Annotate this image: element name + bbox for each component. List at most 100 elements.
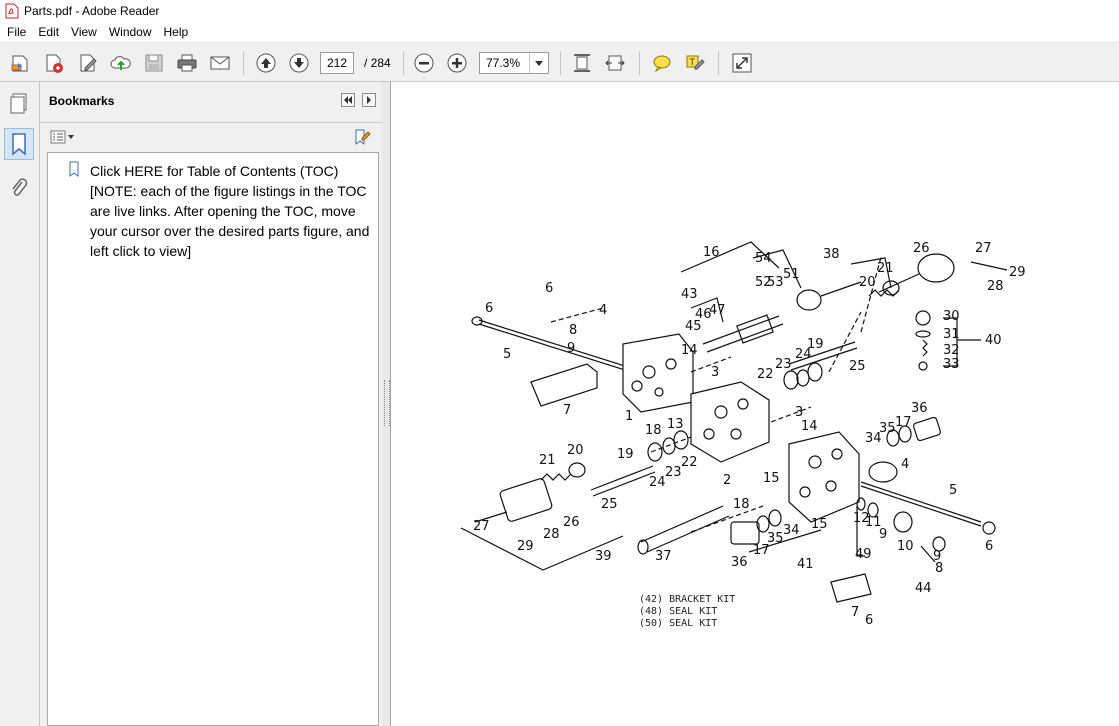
svg-text:22: 22 (757, 367, 774, 382)
toolbar: 212 / 284 77.3% T (0, 42, 1119, 82)
svg-text:25: 25 (849, 359, 866, 374)
page-thumbnails-icon (10, 93, 27, 114)
svg-text:41: 41 (797, 557, 814, 572)
delete-bookmark-button[interactable] (353, 128, 371, 149)
svg-text:53: 53 (767, 275, 784, 290)
svg-text:28: 28 (987, 279, 1004, 294)
caption-line-1: (42) BRACKET KIT (639, 594, 735, 605)
chevron-down-icon (68, 135, 74, 139)
previous-page-button[interactable] (253, 50, 279, 76)
open-button[interactable] (8, 50, 34, 76)
email-button[interactable] (207, 50, 233, 76)
page-number-input[interactable]: 212 (320, 52, 354, 74)
bookmark-icon (69, 161, 79, 177)
divider (40, 122, 385, 123)
svg-text:44: 44 (915, 581, 932, 596)
svg-text:15: 15 (811, 517, 828, 532)
menu-bar: File Edit View Window Help (0, 22, 1119, 42)
navigation-pane-strip (0, 82, 40, 726)
caption-line-3: (50) SEAL KIT (639, 618, 717, 629)
full-screen-button[interactable] (729, 50, 755, 76)
create-pdf-button[interactable] (41, 50, 67, 76)
edit-icon (80, 54, 97, 72)
svg-text:20: 20 (859, 275, 876, 290)
bookmark-options-button[interactable] (50, 130, 74, 144)
window-title: Parts.pdf - Adobe Reader (24, 4, 160, 18)
svg-text:24: 24 (649, 475, 666, 490)
svg-text:14: 14 (801, 419, 818, 434)
title-bar: Parts.pdf - Adobe Reader (0, 0, 1119, 22)
page-count: / 284 (364, 56, 391, 70)
menu-view[interactable]: View (65, 25, 103, 39)
svg-text:35: 35 (879, 421, 896, 436)
svg-text:22: 22 (681, 455, 698, 470)
highlight-button[interactable]: T (682, 50, 708, 76)
panel-menu-button[interactable] (362, 93, 376, 107)
svg-text:28: 28 (543, 527, 560, 542)
print-button[interactable] (174, 50, 200, 76)
chevron-down-icon[interactable] (529, 53, 548, 73)
svg-text:9: 9 (567, 341, 575, 356)
menu-help[interactable]: Help (158, 25, 195, 39)
attachments-button[interactable] (4, 172, 34, 204)
svg-text:4: 4 (901, 457, 909, 472)
svg-text:39: 39 (595, 549, 612, 564)
fit-page-icon (574, 54, 590, 72)
parts-diagram: 6 6 4 9 8 5 7 1 18 13 14 3 16 43 45 46 4… (460, 241, 1026, 629)
menu-window[interactable]: Window (103, 25, 158, 39)
zoom-value: 77.3% (486, 56, 521, 70)
svg-text:33: 33 (943, 357, 960, 372)
svg-text:21: 21 (877, 261, 894, 276)
svg-text:6: 6 (485, 301, 493, 316)
comment-button[interactable] (649, 50, 675, 76)
svg-text:14: 14 (681, 343, 698, 358)
svg-text:36: 36 (911, 401, 928, 416)
edit-button[interactable] (75, 50, 101, 76)
bookmark-tool-icon (355, 129, 371, 145)
menu-file[interactable]: File (0, 25, 32, 39)
bookmarks-icon (12, 133, 26, 156)
zoom-out-button[interactable] (411, 50, 437, 76)
svg-text:35: 35 (767, 531, 784, 546)
svg-text:27: 27 (975, 241, 992, 256)
bookmark-item-toc[interactable]: Click HERE for Table of Contents (TOC) [… (68, 161, 374, 261)
list-options-icon (50, 130, 66, 144)
fit-page-button[interactable] (569, 50, 595, 76)
fit-width-button[interactable] (602, 50, 628, 76)
svg-text:4: 4 (599, 303, 607, 318)
toolbar-separator (718, 51, 719, 75)
attachments-icon (12, 178, 28, 196)
zoom-select[interactable]: 77.3% (479, 52, 549, 74)
svg-text:36: 36 (731, 555, 748, 570)
svg-text:3: 3 (711, 365, 719, 380)
toolbar-separator (560, 51, 561, 75)
bookmarks-tab[interactable] (4, 128, 34, 160)
svg-text:19: 19 (617, 447, 634, 462)
caption-line-2: (48) SEAL KIT (639, 606, 717, 617)
double-chevron-left-icon (344, 96, 352, 104)
next-page-icon (289, 53, 309, 73)
document-view[interactable]: 6 6 4 9 8 5 7 1 18 13 14 3 16 43 45 46 4… (390, 82, 1119, 726)
collapse-panel-button[interactable] (341, 93, 355, 107)
svg-text:49: 49 (855, 547, 872, 562)
zoom-in-button[interactable] (444, 50, 470, 76)
save-button[interactable] (141, 50, 167, 76)
toolbar-separator (243, 51, 244, 75)
svg-text:51: 51 (783, 267, 800, 282)
svg-text:1: 1 (625, 409, 633, 424)
zoom-in-icon (447, 53, 467, 73)
svg-text:8: 8 (935, 561, 943, 576)
svg-text:20: 20 (567, 443, 584, 458)
svg-text:18: 18 (733, 497, 750, 512)
svg-text:54: 54 (755, 251, 772, 266)
svg-text:5: 5 (949, 483, 957, 498)
svg-text:37: 37 (655, 549, 672, 564)
page-thumbnails-button[interactable] (4, 88, 34, 120)
menu-edit[interactable]: Edit (32, 25, 65, 39)
svg-text:15: 15 (763, 471, 780, 486)
email-icon (210, 56, 230, 70)
open-icon (11, 55, 28, 72)
next-page-button[interactable] (286, 50, 312, 76)
svg-text:40: 40 (985, 333, 1002, 348)
upload-button[interactable] (108, 50, 134, 76)
